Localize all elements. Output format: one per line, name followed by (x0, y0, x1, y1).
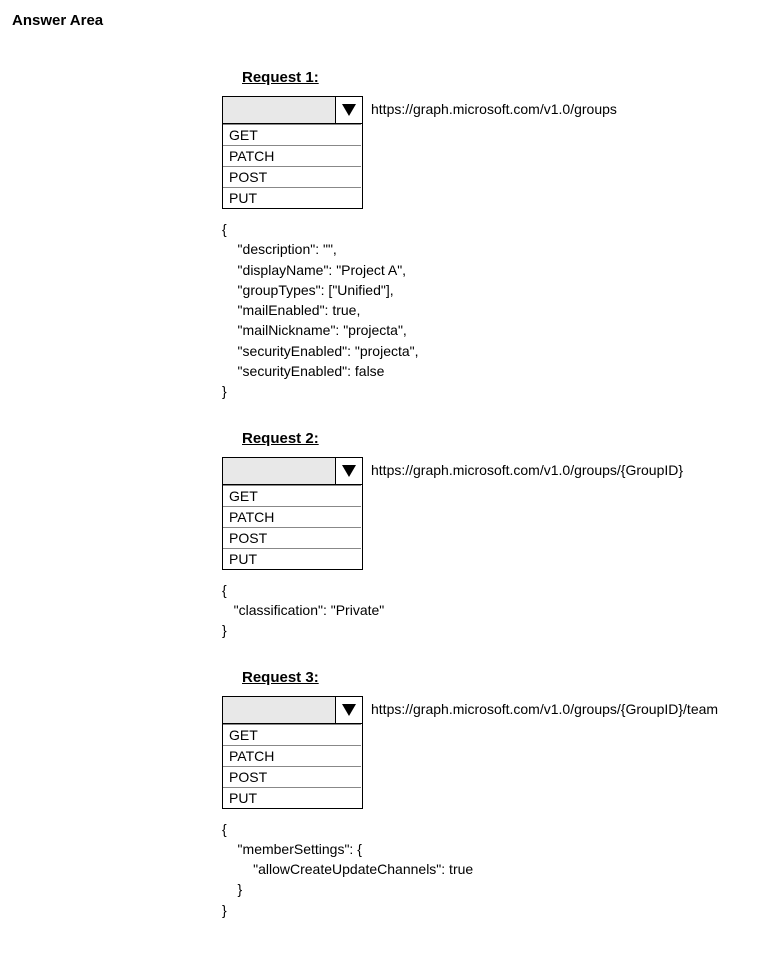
dropdown-option-post[interactable]: POST (223, 527, 361, 548)
json-line: "groupTypes": ["Unified"], (222, 280, 770, 300)
chevron-down-icon (342, 465, 356, 477)
chevron-down-icon (342, 704, 356, 716)
json-line: "securityEnabled": "projecta", (222, 341, 770, 361)
dropdown-option-patch[interactable]: PATCH (223, 145, 361, 166)
dropdown-selected-blank (223, 458, 336, 484)
dropdown-option-get[interactable]: GET (223, 724, 361, 745)
request-1: Request 1: GET PATCH POST PUT https://gr… (222, 69, 770, 402)
dropdown-option-post[interactable]: POST (223, 766, 361, 787)
json-line: { (222, 219, 770, 239)
request-1-url: https://graph.microsoft.com/v1.0/groups (363, 96, 617, 117)
json-line: "memberSettings": { (222, 839, 770, 859)
json-line: "mailEnabled": true, (222, 300, 770, 320)
dropdown-option-put[interactable]: PUT (223, 787, 361, 808)
json-line: { (222, 819, 770, 839)
request-2: Request 2: GET PATCH POST PUT https://gr… (222, 430, 770, 641)
json-line: "securityEnabled": false (222, 361, 770, 381)
request-1-method-dropdown[interactable]: GET PATCH POST PUT (222, 96, 363, 209)
chevron-down-icon (342, 104, 356, 116)
dropdown-toggle[interactable] (336, 697, 362, 723)
request-3-heading: Request 3: (242, 669, 770, 686)
json-line: "displayName": "Project A", (222, 260, 770, 280)
page-title: Answer Area (12, 12, 770, 29)
dropdown-option-put[interactable]: PUT (223, 548, 361, 569)
dropdown-option-get[interactable]: GET (223, 485, 361, 506)
json-line: } (222, 900, 770, 920)
json-line: "description": "", (222, 239, 770, 259)
json-line: "mailNickname": "projecta", (222, 320, 770, 340)
request-3-body: { "memberSettings": { "allowCreateUpdate… (222, 819, 770, 920)
json-line: } (222, 381, 770, 401)
request-3: Request 3: GET PATCH POST PUT https://gr… (222, 669, 770, 920)
json-line: } (222, 879, 770, 899)
json-line: } (222, 620, 770, 640)
request-2-method-dropdown[interactable]: GET PATCH POST PUT (222, 457, 363, 570)
request-2-url: https://graph.microsoft.com/v1.0/groups/… (363, 457, 683, 478)
request-3-method-dropdown[interactable]: GET PATCH POST PUT (222, 696, 363, 809)
dropdown-option-patch[interactable]: PATCH (223, 506, 361, 527)
dropdown-selected-blank (223, 97, 336, 123)
request-3-url: https://graph.microsoft.com/v1.0/groups/… (363, 696, 718, 717)
json-line: { (222, 580, 770, 600)
request-2-heading: Request 2: (242, 430, 770, 447)
dropdown-option-patch[interactable]: PATCH (223, 745, 361, 766)
dropdown-option-put[interactable]: PUT (223, 187, 361, 208)
request-1-body: { "description": "", "displayName": "Pro… (222, 219, 770, 402)
request-1-heading: Request 1: (242, 69, 770, 86)
request-2-body: { "classification": "Private" } (222, 580, 770, 641)
dropdown-option-post[interactable]: POST (223, 166, 361, 187)
dropdown-toggle[interactable] (336, 97, 362, 123)
json-line: "allowCreateUpdateChannels": true (222, 859, 770, 879)
dropdown-selected-blank (223, 697, 336, 723)
dropdown-option-get[interactable]: GET (223, 124, 361, 145)
dropdown-toggle[interactable] (336, 458, 362, 484)
json-line: "classification": "Private" (222, 600, 770, 620)
